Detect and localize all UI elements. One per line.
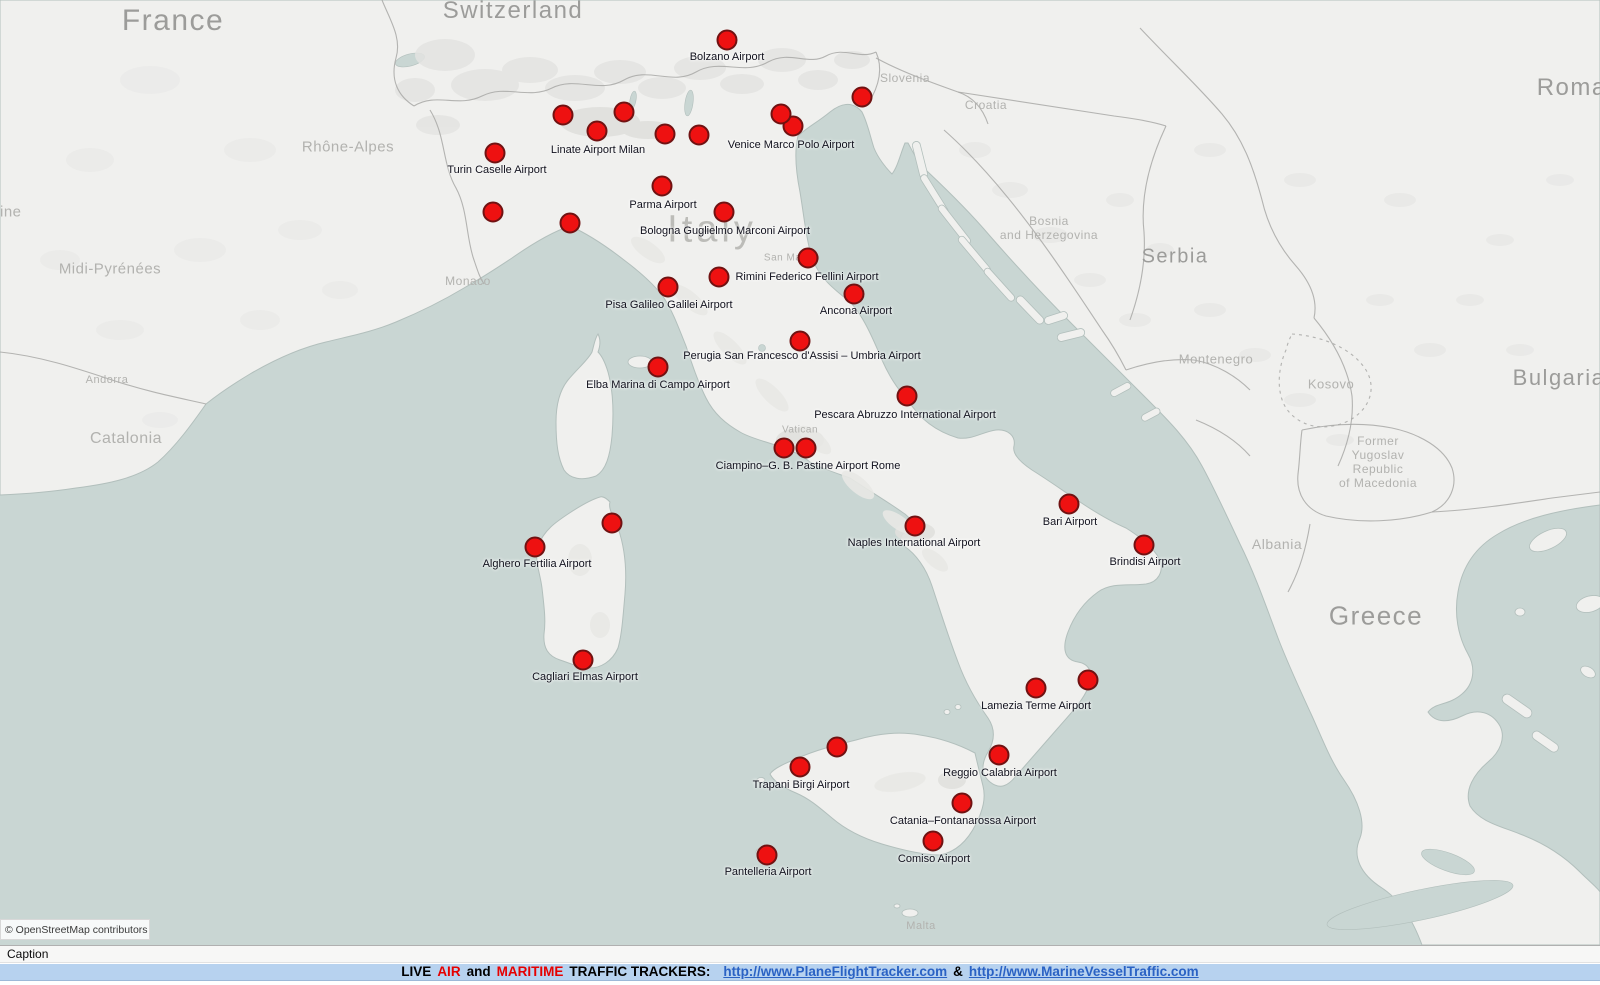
airport-label: Parma Airport (629, 199, 696, 211)
airport-label: Perugia San Francesco d'Assisi – Umbria … (683, 350, 920, 362)
caption-label: Caption (7, 947, 48, 961)
airport-label: Cagliari Elmas Airport (532, 671, 638, 683)
airport-label: Ciampino–G. B. Pastine Airport Rome (716, 460, 901, 472)
airport-label: Trapani Birgi Airport (753, 779, 850, 791)
airport-label: Rimini Federico Fellini Airport (735, 271, 878, 283)
airport-marker[interactable] (771, 104, 792, 125)
airport-marker[interactable] (560, 213, 581, 234)
airport-marker[interactable] (689, 125, 710, 146)
airport-marker[interactable] (1026, 678, 1047, 699)
footer-bar: LIVE AIR and MARITIME TRAFFIC TRACKERS: http:… (0, 963, 1600, 981)
airport-label: Catania–Fontanarossa Airport (890, 815, 1036, 827)
airport-label: Bolzano Airport (690, 51, 765, 63)
airport-marker[interactable] (989, 745, 1010, 766)
airport-label: Bologna Guglielmo Marconi Airport (640, 225, 810, 237)
airport-label: Comiso Airport (898, 853, 970, 865)
airport-marker[interactable] (844, 284, 865, 305)
footer-link[interactable]: http://www.MarineVesselTraffic.com (969, 964, 1199, 979)
airport-marker[interactable] (1078, 670, 1099, 691)
airport-label: Naples International Airport (848, 537, 981, 549)
airport-marker[interactable] (602, 513, 623, 534)
island-gozo (894, 904, 900, 908)
island-malta (902, 909, 918, 917)
caption-bar[interactable]: Caption (0, 945, 1600, 963)
footer-text: TRAFFIC TRACKERS: (569, 964, 710, 979)
airport-marker[interactable] (709, 267, 730, 288)
airport-marker[interactable] (1134, 535, 1155, 556)
airport-marker[interactable] (655, 124, 676, 145)
airport-marker[interactable] (905, 516, 926, 537)
airport-label: Venice Marco Polo Airport (728, 139, 855, 151)
footer-text: LIVE (401, 964, 431, 979)
airport-marker[interactable] (587, 121, 608, 142)
airport-marker[interactable] (658, 277, 679, 298)
footer-text: & (953, 964, 963, 979)
greek-island-3 (1515, 608, 1525, 616)
airport-label: Pantelleria Airport (725, 866, 812, 878)
airport-marker[interactable] (483, 202, 504, 223)
airport-marker[interactable] (952, 793, 973, 814)
airport-marker[interactable] (553, 105, 574, 126)
footer-text: and (467, 964, 491, 979)
airport-label: Alghero Fertilia Airport (483, 558, 592, 570)
osm-attribution[interactable]: © OpenStreetMap contributors (0, 919, 150, 940)
airport-label: Turin Caselle Airport (447, 164, 546, 176)
airport-label: Ancona Airport (820, 305, 892, 317)
airport-marker[interactable] (827, 737, 848, 758)
airport-marker[interactable] (525, 537, 546, 558)
footer-link[interactable]: http://www.PlaneFlightTracker.com (723, 964, 947, 979)
airport-label: Elba Marina di Campo Airport (586, 379, 730, 391)
airport-marker[interactable] (790, 331, 811, 352)
page: © OpenStreetMap contributors FranceSwitz… (0, 0, 1600, 985)
airport-label: Pisa Galileo Galilei Airport (605, 299, 732, 311)
airport-marker[interactable] (897, 386, 918, 407)
airport-marker[interactable] (790, 757, 811, 778)
island-aeolian-1 (944, 710, 950, 715)
airport-label: Brindisi Airport (1110, 556, 1181, 568)
airport-label: Pescara Abruzzo International Airport (814, 409, 996, 421)
airport-marker[interactable] (757, 845, 778, 866)
airport-marker[interactable] (485, 143, 506, 164)
airport-marker[interactable] (852, 87, 873, 108)
footer-text: MARITIME (497, 964, 564, 979)
airport-label: Lamezia Terme Airport (981, 700, 1091, 712)
footer-text: AIR (437, 964, 460, 979)
airport-marker[interactable] (652, 176, 673, 197)
airport-marker[interactable] (717, 30, 738, 51)
airport-marker[interactable] (798, 248, 819, 269)
airport-marker[interactable] (923, 831, 944, 852)
airport-marker[interactable] (796, 438, 817, 459)
airport-label: Bari Airport (1043, 516, 1097, 528)
airport-marker[interactable] (648, 357, 669, 378)
footer-line: LIVE AIR and MARITIME TRAFFIC TRACKERS: http:… (398, 964, 1201, 980)
airport-marker[interactable] (614, 102, 635, 123)
island-aeolian-2 (955, 705, 961, 710)
airport-label: Linate Airport Milan (551, 144, 645, 156)
airport-marker[interactable] (774, 438, 795, 459)
airport-marker[interactable] (1059, 494, 1080, 515)
airport-label: Reggio Calabria Airport (943, 767, 1057, 779)
map-canvas[interactable]: © OpenStreetMap contributors FranceSwitz… (0, 0, 1600, 945)
airport-marker[interactable] (573, 650, 594, 671)
airport-marker[interactable] (714, 202, 735, 223)
